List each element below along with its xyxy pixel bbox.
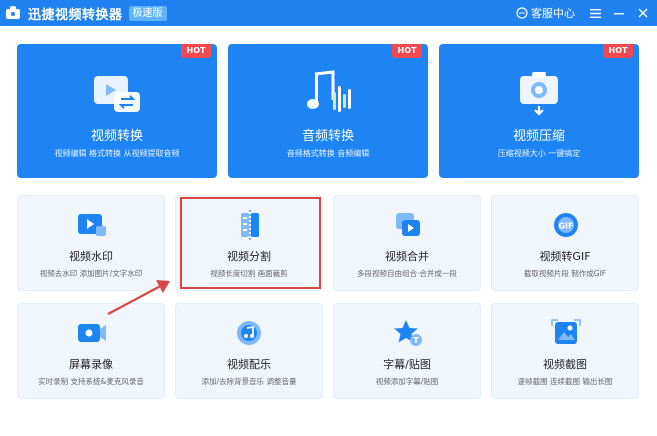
title-bar: 迅捷视频转换器 极速版 客服中心 <box>0 0 657 26</box>
card-description: 实时录制 支持系统&麦克风录音 <box>38 377 144 386</box>
edition-badge: 极速版 <box>128 5 167 21</box>
music-icon <box>237 321 261 345</box>
card-title: 视频转换 <box>90 129 143 144</box>
card-description: 压缩视频大小 一键搞定 <box>497 149 581 158</box>
card-description: 视频编辑 格式转换 从视频提取音频 <box>54 149 180 158</box>
app-title: 迅捷视频转换器 <box>28 7 123 23</box>
card-title: 视频水印 <box>69 250 113 263</box>
svg-text:T: T <box>413 336 419 345</box>
card-title: 视频截图 <box>543 358 587 371</box>
audio-convert-icon <box>307 70 351 112</box>
highlight-box <box>180 197 321 289</box>
merge-icon <box>396 213 420 236</box>
subtitle-sticker-card[interactable]: T 字幕/贴图 视频添加字幕/贴图 <box>333 303 481 399</box>
video-compress-card[interactable]: HOT 视频压缩 压缩视频大小 一键搞定 <box>439 44 639 178</box>
subtitle-icon: T <box>394 320 422 346</box>
audio-convert-card[interactable]: HOT 音频转换 音频格式转换 音频编辑 <box>228 44 428 178</box>
card-description: 添加/去除背景音乐 调整音量 <box>201 377 297 386</box>
card-title: 视频压缩 <box>512 129 565 144</box>
video-screenshot-card[interactable]: 视频截图 逐帧截图 连续截图 输出长图 <box>491 303 639 399</box>
screen-record-icon <box>78 324 106 342</box>
video-merge-card[interactable]: 视频合并 多段视频自由组合·合并成一段 <box>333 195 481 291</box>
video-compress-icon <box>520 72 558 116</box>
card-title: 视频转GIF <box>539 250 591 263</box>
support-center-button[interactable]: 客服中心 <box>516 5 575 21</box>
close-button[interactable] <box>633 0 653 26</box>
menu-icon <box>589 8 601 18</box>
card-title: 字幕/贴图 <box>383 358 431 371</box>
support-center-label: 客服中心 <box>531 7 575 20</box>
card-title: 视频配乐 <box>227 358 271 371</box>
video-convert-card[interactable]: HOT 视频转换 视频编辑 格式转换 从视频提取音频 <box>17 44 217 178</box>
card-title: 视频合并 <box>385 250 429 263</box>
app-logo-icon <box>4 5 24 21</box>
watermark-icon <box>78 214 106 236</box>
screenshot-icon <box>551 319 581 344</box>
video-convert-icon <box>94 76 140 112</box>
hot-badge: HOT <box>392 44 422 58</box>
card-title: 屏幕录像 <box>69 358 113 371</box>
card-title: 音频转换 <box>301 129 354 144</box>
card-description: 截取视频片段 制作成GIF <box>523 269 607 278</box>
hot-badge: HOT <box>181 44 211 58</box>
minimize-icon <box>614 13 624 15</box>
close-icon <box>638 8 648 18</box>
video-music-card[interactable]: 视频配乐 添加/去除背景音乐 调整音量 <box>175 303 323 399</box>
card-description: 逐帧截图 连续截图 输出长图 <box>517 377 613 386</box>
minimize-button[interactable] <box>609 0 629 26</box>
video-to-gif-card[interactable]: GIF 视频转GIF 截取视频片段 制作成GIF <box>491 195 639 291</box>
svg-text:GIF: GIF <box>558 222 573 231</box>
card-description: 视频添加字幕/贴图 <box>375 377 439 386</box>
card-description: 音频格式转换 音频编辑 <box>286 149 370 158</box>
menu-button[interactable] <box>585 0 605 26</box>
headset-icon <box>516 7 528 19</box>
card-description: 多段视频自由组合·合并成一段 <box>357 269 457 278</box>
gif-icon: GIF <box>554 213 578 237</box>
hot-badge: HOT <box>603 44 633 58</box>
annotation-arrow-icon <box>107 280 170 315</box>
